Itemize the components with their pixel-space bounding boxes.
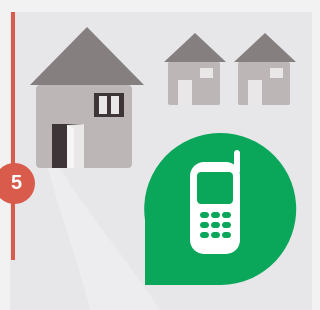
illustration-canvas: 5 — [0, 0, 312, 310]
timeline-line — [11, 12, 15, 260]
phone-bubble — [144, 133, 297, 285]
mobile-phone-icon — [190, 150, 240, 254]
